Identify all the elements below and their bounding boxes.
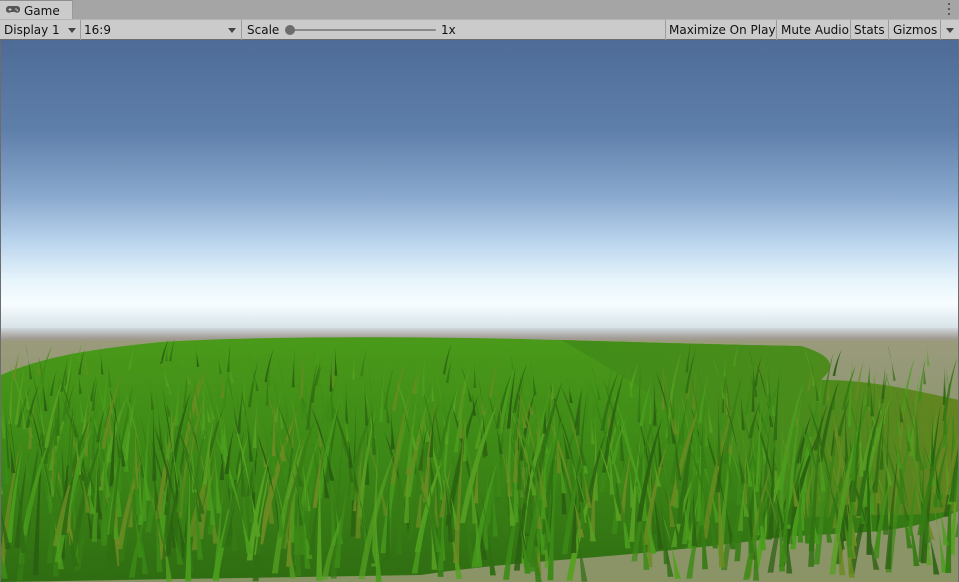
tab-strip: Game [0, 0, 959, 20]
tab-game[interactable]: Game [0, 0, 73, 20]
scale-label: Scale [247, 23, 280, 37]
game-viewport[interactable] [0, 40, 959, 582]
gizmos-toggle[interactable]: Gizmos [893, 20, 937, 40]
gamepad-icon [6, 4, 20, 18]
display-label: Display 1 [4, 23, 60, 37]
tab-label: Game [24, 3, 60, 18]
scale-slider-track[interactable] [290, 29, 436, 31]
aspect-dropdown[interactable]: 16:9 [84, 20, 238, 40]
scale-value: 1x [441, 23, 456, 37]
game-toolbar: Display 1 16:9 Scale 1x Maximize On Play… [0, 19, 959, 40]
stats-toggle[interactable]: Stats [854, 20, 885, 40]
chevron-down-icon [946, 27, 954, 33]
chevron-down-icon [68, 28, 76, 33]
aspect-label: 16:9 [84, 23, 111, 37]
mute-audio-toggle[interactable]: Mute Audio [781, 20, 849, 40]
scale-slider-handle[interactable] [285, 25, 295, 35]
grass-blades [1, 338, 958, 582]
gizmos-dropdown[interactable] [944, 20, 956, 40]
more-options-icon[interactable] [947, 3, 951, 15]
chevron-down-icon [228, 28, 236, 33]
maximize-on-play-toggle[interactable]: Maximize On Play [669, 20, 776, 40]
display-dropdown[interactable]: Display 1 [4, 20, 78, 40]
